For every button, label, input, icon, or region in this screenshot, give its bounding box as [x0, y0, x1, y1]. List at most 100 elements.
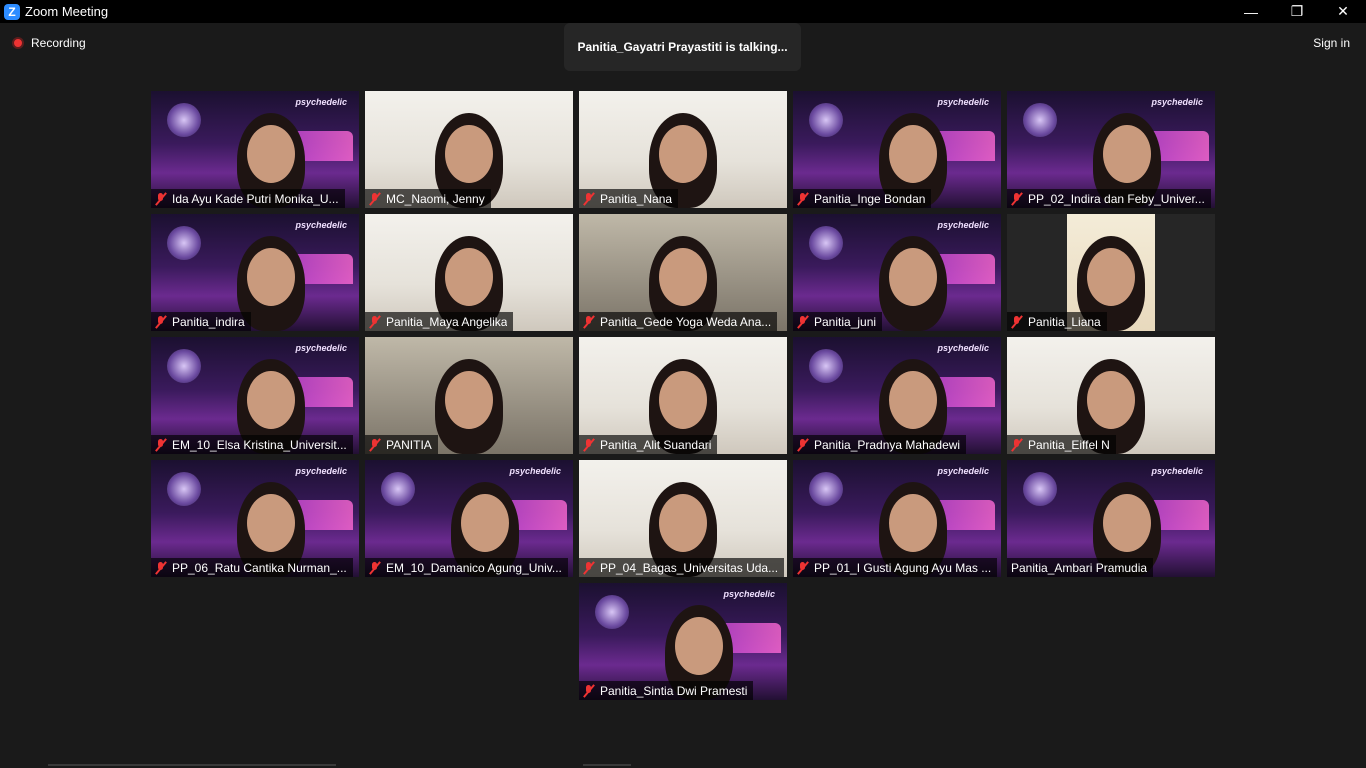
participant-tile[interactable]: psychedelic Panitia_juni	[793, 214, 1001, 331]
participant-name: Panitia_Pradnya Mahadewi	[814, 437, 961, 452]
participant-name-bar: Ida Ayu Kade Putri Monika_U...	[151, 189, 345, 208]
minimize-button[interactable]: —	[1228, 0, 1274, 23]
muted-mic-icon	[368, 315, 382, 329]
muted-mic-icon	[154, 561, 168, 575]
face-shape	[659, 248, 707, 306]
participant-name: Panitia_Liana	[1028, 314, 1101, 329]
face-shape	[889, 125, 937, 183]
muted-mic-icon	[796, 561, 810, 575]
face-shape	[461, 494, 509, 552]
muted-mic-icon	[582, 684, 596, 698]
participant-name: Panitia_Eiffel N	[1028, 437, 1110, 452]
muted-mic-icon	[1010, 315, 1024, 329]
window-controls: — ❐ ✕	[1228, 0, 1366, 23]
participant-tile[interactable]: psychedelic PP_06_Ratu Cantika Nurman_...	[151, 460, 359, 577]
participant-name-bar: PP_04_Bagas_Universitas Uda...	[579, 558, 785, 577]
face-shape	[247, 125, 295, 183]
muted-mic-icon	[368, 561, 382, 575]
face-shape	[889, 248, 937, 306]
participant-tile[interactable]: psychedelic Panitia_Pradnya Mahadewi	[793, 337, 1001, 454]
participant-tile[interactable]: psychedelic Ida Ayu Kade Putri Monika_U..…	[151, 91, 359, 208]
participant-tile[interactable]: Panitia_Alit Suandari	[579, 337, 787, 454]
participant-name: Panitia_Alit Suandari	[600, 437, 712, 452]
sign-in-link[interactable]: Sign in	[1313, 36, 1350, 50]
participant-tile[interactable]: psychedelic PP_01_I Gusti Agung Ayu Mas .…	[793, 460, 1001, 577]
participant-name-bar: Panitia_Ambari Pramudia	[1007, 558, 1154, 577]
participant-name: Panitia_Nana	[600, 191, 673, 206]
face-shape	[889, 371, 937, 429]
participant-name-bar: EM_10_Elsa Kristina_Universit...	[151, 435, 353, 454]
face-shape	[1087, 371, 1135, 429]
muted-mic-icon	[582, 192, 596, 206]
muted-mic-icon	[1010, 438, 1024, 452]
recording-indicator[interactable]: Recording	[12, 36, 86, 50]
participant-tile[interactable]: Panitia_Nana	[579, 91, 787, 208]
muted-mic-icon	[368, 438, 382, 452]
zoom-logo-icon: Z	[4, 3, 20, 20]
participant-name-bar: Panitia_juni	[793, 312, 883, 331]
participant-name: Panitia_indira	[172, 314, 245, 329]
face-shape	[1087, 248, 1135, 306]
recording-dot-icon	[12, 37, 24, 49]
participant-tile[interactable]: Panitia_Liana	[1007, 214, 1215, 331]
participant-name-bar: Panitia_Maya Angelika	[365, 312, 514, 331]
participant-tile[interactable]: Panitia_Maya Angelika	[365, 214, 573, 331]
participant-name: PP_06_Ratu Cantika Nurman_...	[172, 560, 347, 575]
participant-name-bar: Panitia_Nana	[579, 189, 679, 208]
face-shape	[889, 494, 937, 552]
participant-name-bar: PP_01_I Gusti Agung Ayu Mas ...	[793, 558, 998, 577]
face-shape	[247, 494, 295, 552]
face-shape	[1103, 125, 1151, 183]
face-shape	[247, 371, 295, 429]
muted-mic-icon	[582, 438, 596, 452]
participant-name: PP_04_Bagas_Universitas Uda...	[600, 560, 779, 575]
scrollbar-thumb[interactable]	[583, 764, 631, 766]
participant-name-bar: Panitia_Inge Bondan	[793, 189, 932, 208]
face-shape	[445, 125, 493, 183]
restore-button[interactable]: ❐	[1274, 0, 1320, 23]
participant-name: Panitia_Inge Bondan	[814, 191, 926, 206]
face-shape	[445, 248, 493, 306]
participant-tile[interactable]: Panitia_Gede Yoga Weda Ana...	[579, 214, 787, 331]
participant-name: PANITIA	[386, 437, 432, 452]
participant-name-bar: Panitia_Pradnya Mahadewi	[793, 435, 967, 454]
participant-tile[interactable]: psychedelic Panitia_indira	[151, 214, 359, 331]
participant-tile[interactable]: psychedelic EM_10_Elsa Kristina_Universit…	[151, 337, 359, 454]
muted-mic-icon	[1010, 192, 1024, 206]
participant-name-bar: EM_10_Damanico Agung_Univ...	[365, 558, 568, 577]
participant-tile[interactable]: psychedelic Panitia_Sintia Dwi Pramesti	[579, 583, 787, 700]
muted-mic-icon	[154, 192, 168, 206]
muted-mic-icon	[796, 192, 810, 206]
participant-name-bar: Panitia_Eiffel N	[1007, 435, 1116, 454]
participant-name-bar: Panitia_Sintia Dwi Pramesti	[579, 681, 754, 700]
title-bar: Z Zoom Meeting — ❐ ✕	[0, 0, 1366, 23]
participant-tile[interactable]: MC_Naomi, Jenny	[365, 91, 573, 208]
participant-tile[interactable]: Panitia_Eiffel N	[1007, 337, 1215, 454]
participant-name: Panitia_juni	[814, 314, 877, 329]
participant-tile[interactable]: psychedelic EM_10_Damanico Agung_Univ...	[365, 460, 573, 577]
participant-tile[interactable]: PANITIA	[365, 337, 573, 454]
muted-mic-icon	[154, 315, 168, 329]
muted-mic-icon	[582, 561, 596, 575]
participant-name-bar: PANITIA	[365, 435, 438, 454]
participant-name: Ida Ayu Kade Putri Monika_U...	[172, 191, 339, 206]
active-speaker-banner: Panitia_Gayatri Prayastiti is talking...	[564, 23, 801, 71]
face-shape	[659, 371, 707, 429]
muted-mic-icon	[154, 438, 168, 452]
participant-tile[interactable]: PP_04_Bagas_Universitas Uda...	[579, 460, 787, 577]
participant-name: Panitia_Maya Angelika	[386, 314, 508, 329]
participant-name-bar: Panitia_Liana	[1007, 312, 1107, 331]
recording-label: Recording	[31, 36, 86, 50]
participant-name: EM_10_Damanico Agung_Univ...	[386, 560, 562, 575]
participant-name: MC_Naomi, Jenny	[386, 191, 485, 206]
close-button[interactable]: ✕	[1320, 0, 1366, 23]
participant-name: Panitia_Gede Yoga Weda Ana...	[600, 314, 772, 329]
scrollbar-track[interactable]	[48, 764, 336, 766]
participant-name-bar: Panitia_Alit Suandari	[579, 435, 718, 454]
participant-tile[interactable]: psychedelic Panitia_Ambari Pramudia	[1007, 460, 1215, 577]
muted-mic-icon	[796, 438, 810, 452]
face-shape	[659, 125, 707, 183]
window-title: Zoom Meeting	[25, 4, 109, 19]
participant-tile[interactable]: psychedelic Panitia_Inge Bondan	[793, 91, 1001, 208]
participant-tile[interactable]: psychedelic PP_02_Indira dan Feby_Univer.…	[1007, 91, 1215, 208]
